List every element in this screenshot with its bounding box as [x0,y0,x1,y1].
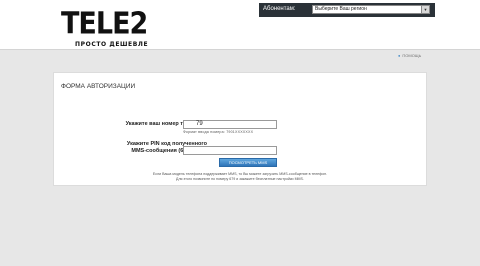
logo-tagline: ПРОСТО ДЕШЕВЛЕ [75,41,149,48]
phone-format-hint: Формат ввода номера: 7901XXXXXXX [183,130,254,134]
region-select[interactable]: Выберите Ваш регион ▼ [312,5,430,14]
logo-wordmark: TELE2 [61,6,148,42]
header-divider [0,49,480,50]
help-link-label: ПОМОЩЬ [402,53,422,58]
phone-input[interactable]: 79 [183,120,277,129]
chevron-down-icon[interactable]: ▼ [421,6,429,13]
top-header: TELE2 ПРОСТО ДЕШЕВЛЕ Абонентам: Выберите… [0,0,480,49]
mms-note-line2: Для этого позвоните по номеру 679 и зака… [176,177,304,181]
help-bullet-icon: ● [398,53,401,58]
auth-panel: ФОРМА АВТОРИЗАЦИИ Укажите ваш номер теле… [53,72,427,186]
region-select-value: Выберите Ваш регион [315,6,367,12]
region-selector-bar: Абонентам: Выберите Ваш регион ▼ [259,3,435,17]
pin-input[interactable] [183,146,277,155]
mms-note-line1: Если Ваша модель телефона поддерживает M… [152,172,328,176]
tele2-logo[interactable]: TELE2 ПРОСТО ДЕШЕВЛЕ [61,9,148,48]
region-label: Абонентам: [263,6,296,12]
view-mms-button[interactable]: ПОСМОТРЕТЬ MMS [219,158,277,167]
help-link[interactable]: ● ПОМОЩЬ [398,53,421,58]
form-title: ФОРМА АВТОРИЗАЦИИ [61,83,136,90]
